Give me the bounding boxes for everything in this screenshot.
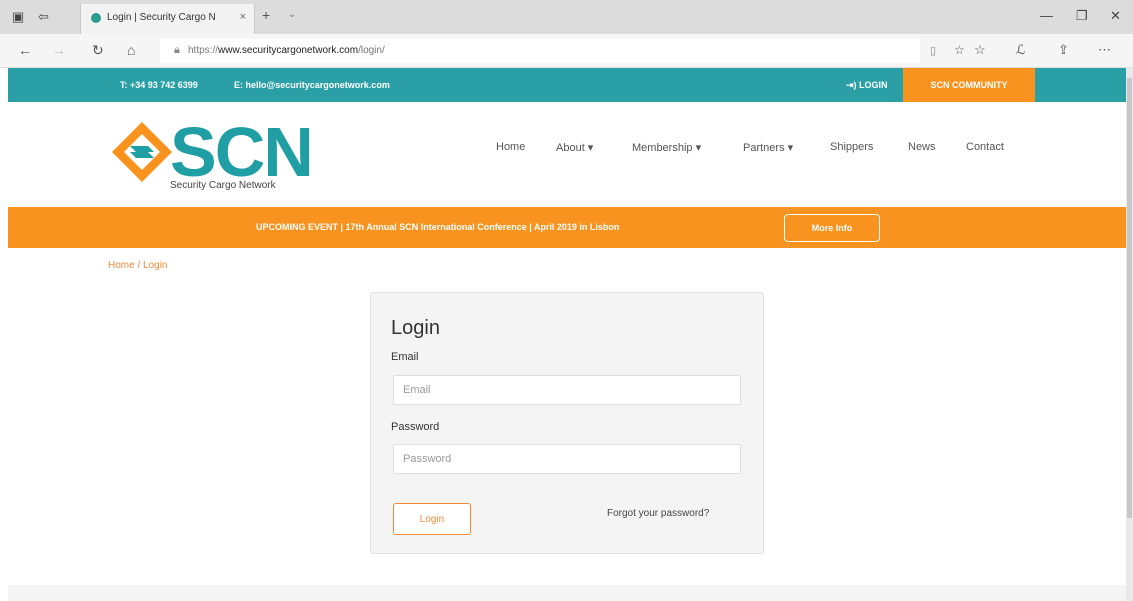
forward-icon[interactable]: → [52,42,66,58]
menu-membership[interactable]: Membership ▾ [632,141,701,154]
more-icon[interactable]: ⋯ [1098,42,1111,58]
lock-icon: 🔒︎ [174,44,180,56]
menu-home[interactable]: Home [496,141,525,153]
page-scrollbar[interactable] [1126,68,1133,601]
scrollbar-thumb[interactable] [1127,78,1132,518]
password-field[interactable] [393,444,741,474]
tab-dropdown-icon[interactable]: ⌄ [288,9,296,20]
tab-title: Login | Security Cargo N [107,12,216,23]
breadcrumb[interactable]: Home / Login [108,260,167,271]
login-title: Login [391,317,440,339]
site-header: SCN Security Cargo Network Home About ▾ … [8,102,1128,207]
password-label: Password [391,421,440,433]
phone-text: T: +34 93 742 6399 [120,80,198,90]
reading-list-icon[interactable]: ℒ [1016,42,1025,58]
event-message[interactable]: UPCOMING EVENT | 17th Annual SCN Interna… [256,222,619,232]
maximize-icon[interactable]: ❐ [1076,8,1088,24]
browser-address-bar: ← → ↻ ⌂ 🔒︎ https://www.securitycargonetw… [0,34,1133,68]
site-favicon-icon [91,13,101,23]
event-banner: UPCOMING EVENT | 17th Annual SCN Interna… [8,207,1128,248]
scn-logo-mark-icon [112,122,172,182]
url-field[interactable]: 🔒︎ https://www.securitycargonetwork.com/… [160,39,965,63]
minimize-icon[interactable]: — [1040,8,1053,23]
contact-topbar: T: +34 93 742 6399 E: hello@securitycarg… [8,68,1128,102]
tab-back-icon[interactable]: ⇦ [38,9,49,25]
login-button[interactable]: Login [393,503,471,535]
favorites-icon[interactable]: ☆ [974,42,986,58]
favorite-star-icon[interactable]: ☆ [954,43,965,57]
login-card: Login Email Password Login Forgot your p… [370,292,764,554]
tab-actions-icon[interactable]: ▣ [12,9,24,25]
scn-logo[interactable]: SCN Security Cargo Network [110,113,340,196]
menu-shippers[interactable]: Shippers [830,141,873,153]
back-icon[interactable]: ← [18,42,32,58]
new-tab-icon[interactable]: + [262,7,270,23]
url-text: https://www.securitycargonetwork.com/log… [188,45,385,56]
menu-about[interactable]: About ▾ [556,141,593,154]
email-link[interactable]: E: hello@securitycargonetwork.com [234,80,390,90]
top-login-link[interactable]: ⇥) LOGIN [846,80,888,91]
more-info-button[interactable]: More Info [784,214,880,242]
footer-strip [8,585,1126,601]
share-icon[interactable]: ⇪ [1058,42,1069,58]
scn-community-button[interactable]: SCN COMMUNITY [903,68,1035,102]
browser-tab-strip: ▣ ⇦ Login | Security Cargo N × + ⌄ — ❐ ✕ [0,0,1133,34]
email-label: Email [391,351,419,363]
logo-tagline: Security Cargo Network [170,180,276,191]
menu-partners[interactable]: Partners ▾ [743,141,793,154]
email-field[interactable] [393,375,741,405]
menu-news[interactable]: News [908,141,936,153]
browser-tab[interactable]: Login | Security Cargo N × [80,4,255,34]
refresh-icon[interactable]: ↻ [92,42,104,59]
close-window-icon[interactable]: ✕ [1110,8,1121,24]
tab-close-icon[interactable]: × [240,11,246,23]
reading-view-icon[interactable]: ▯ [930,44,936,57]
home-icon[interactable]: ⌂ [127,42,135,58]
menu-contact[interactable]: Contact [966,141,1004,153]
forgot-password-link[interactable]: Forgot your password? [607,508,709,519]
